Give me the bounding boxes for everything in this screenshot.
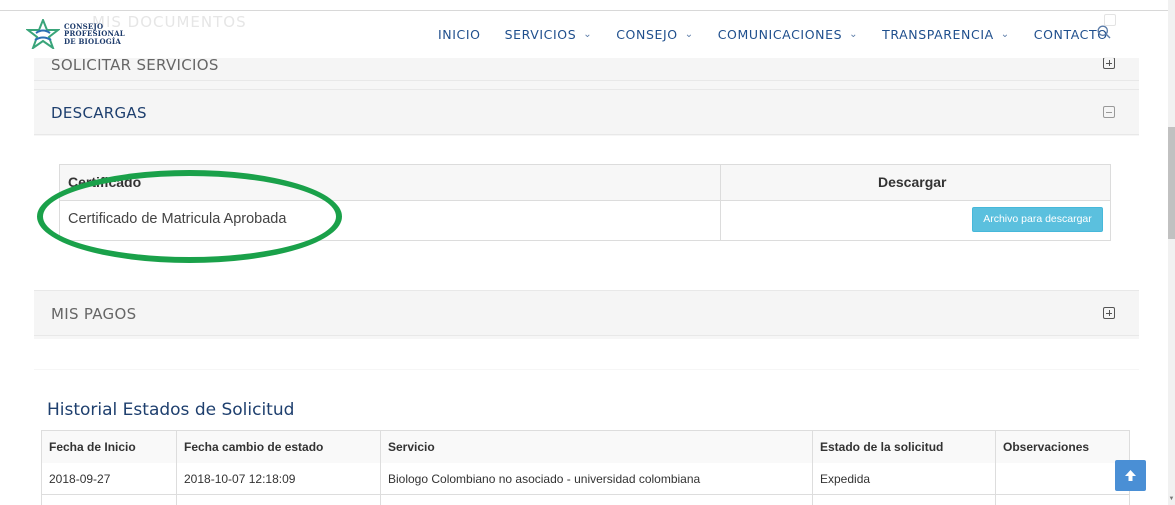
nav-inicio[interactable]: INICIO — [438, 27, 481, 42]
nav-label: TRANSPARENCIA — [882, 27, 994, 42]
scroll-down-arrow-icon[interactable]: ▼ — [1168, 496, 1175, 505]
chevron-down-icon: ⌄ — [684, 29, 694, 40]
table-header-row: Fecha de Inicio Fecha cambio de estado S… — [42, 431, 1129, 463]
expand-plus-icon[interactable] — [1103, 57, 1115, 69]
panel-title: MIS PAGOS — [51, 305, 137, 323]
chevron-down-icon: ⌄ — [849, 29, 859, 40]
cell-observaciones — [996, 463, 1129, 495]
scrollbar-thumb[interactable] — [1168, 127, 1175, 239]
logo-text: CONSEJO PROFESIONAL DE BIOLOGÍA — [64, 23, 125, 46]
header-fecha-inicio: Fecha de Inicio — [42, 431, 177, 463]
nav-label: INICIO — [438, 27, 481, 42]
header-servicio: Servicio — [381, 431, 813, 463]
main-nav: INICIO SERVICIOS ⌄ CONSEJO ⌄ COMUNICACIONE… — [438, 27, 1132, 42]
panel-title: DESCARGAS — [51, 104, 147, 122]
nav-servicios[interactable]: SERVICIOS ⌄ — [505, 27, 593, 42]
chevron-down-icon: ⌄ — [1000, 29, 1010, 40]
logo-line-3: DE BIOLOGÍA — [64, 36, 122, 46]
star-logo-icon — [26, 19, 60, 49]
arrow-up-icon — [1125, 470, 1136, 481]
certificate-name: Certificado de Matricula Aprobada — [68, 211, 287, 227]
spacer — [34, 339, 1139, 369]
certificates-table: Certificado Descargar Certificado de Mat… — [59, 164, 1111, 241]
chevron-down-icon: ⌄ — [583, 29, 593, 40]
scroll-to-top-button[interactable] — [1115, 460, 1146, 491]
panel-descargas[interactable]: DESCARGAS — [34, 89, 1139, 135]
site-header: MIS DOCUMENTOS CONSEJO PROFESIONAL DE BI… — [0, 10, 1168, 58]
history-section: Historial Estados de Solicitud Fecha de … — [34, 370, 1139, 505]
expand-plus-icon[interactable] — [1103, 307, 1115, 319]
nav-label: CONSEJO — [616, 27, 678, 42]
cell-servicio: Biologo Colombiano no asociado - univers… — [381, 463, 813, 495]
cell-fecha-cambio: 2018-10-07 12:18:09 — [177, 463, 381, 495]
table-header-row — [60, 165, 1110, 201]
collapse-minus-icon[interactable] — [1103, 106, 1115, 118]
nav-label: SERVICIOS — [504, 27, 577, 42]
cell-empty — [177, 495, 381, 505]
table-row: 2018-09-27 2018-10-07 12:18:09 Biologo C… — [42, 463, 1129, 495]
download-file-button[interactable]: Archivo para descargar — [972, 207, 1103, 232]
cell-empty — [381, 495, 813, 505]
nav-consejo[interactable]: CONSEJO ⌄ — [616, 27, 693, 42]
history-title: Historial Estados de Solicitud — [47, 400, 295, 420]
header-observaciones: Observaciones — [996, 431, 1129, 463]
header-descargar: Descargar — [878, 174, 947, 190]
cell-fecha-inicio: 2018-09-27 — [42, 463, 177, 495]
header-fecha-cambio: Fecha cambio de estado — [177, 431, 381, 463]
page-scrollbar[interactable] — [1168, 0, 1175, 505]
history-table: Fecha de Inicio Fecha cambio de estado S… — [41, 430, 1130, 505]
cell-estado: Expedida — [813, 463, 996, 495]
column-divider — [720, 165, 721, 240]
cell-empty — [813, 495, 996, 505]
search-icon[interactable] — [1097, 25, 1111, 44]
nav-label: COMUNICACIONES — [717, 27, 843, 42]
nav-comunicaciones[interactable]: COMUNICACIONES ⌄ — [718, 27, 858, 42]
site-logo[interactable]: CONSEJO PROFESIONAL DE BIOLOGÍA — [26, 19, 125, 49]
header-certificado: Certificado — [68, 174, 142, 190]
header-estado: Estado de la solicitud — [813, 431, 996, 463]
cell-empty — [42, 495, 177, 505]
nav-transparencia[interactable]: TRANSPARENCIA ⌄ — [882, 27, 1010, 42]
panel-mis-pagos[interactable]: MIS PAGOS — [34, 290, 1139, 336]
table-row-partial — [42, 495, 1129, 505]
panel-title: SOLICITAR SERVICIOS — [51, 56, 219, 74]
